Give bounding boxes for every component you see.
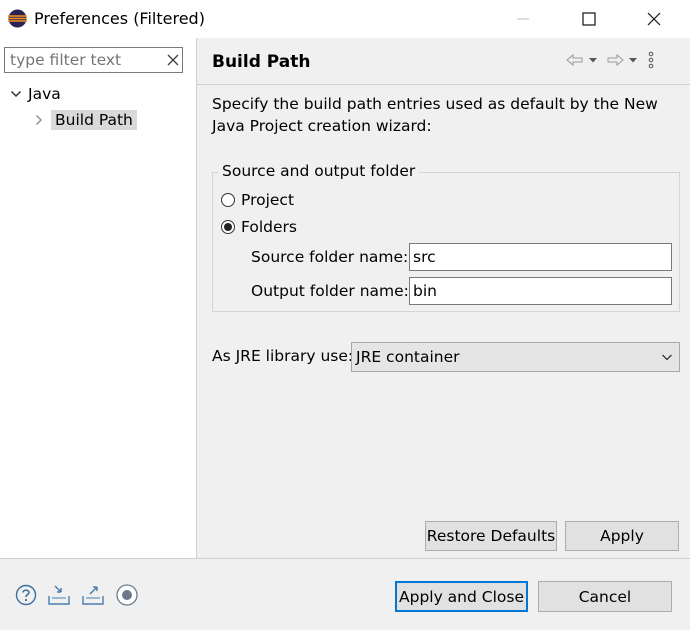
export-icon (82, 586, 104, 605)
export-button[interactable] (81, 583, 105, 607)
record-icon (116, 584, 138, 606)
maximize-button[interactable] (566, 0, 612, 38)
apply-button[interactable]: Apply (565, 521, 679, 551)
restore-defaults-label: Restore Defaults (426, 527, 556, 545)
back-arrow-icon[interactable] (566, 53, 584, 67)
jre-library-value: JRE container (356, 348, 460, 366)
apply-and-close-label: Apply and Close (399, 587, 524, 606)
cancel-label: Cancel (578, 587, 632, 606)
radio-project-label: Project (241, 191, 295, 209)
clear-icon (167, 54, 179, 66)
radio-project[interactable]: Project (221, 189, 294, 211)
forward-dropdown-icon[interactable] (626, 53, 640, 67)
window-title: Preferences (Filtered) (34, 9, 205, 28)
record-button[interactable] (115, 583, 139, 607)
chevron-right-icon[interactable] (34, 114, 44, 126)
output-folder-label: Output folder name: (251, 282, 409, 300)
group-legend: Source and output folder (218, 162, 420, 180)
clear-filter-button[interactable] (163, 49, 183, 71)
radio-project-button[interactable] (221, 193, 235, 207)
radio-folders-button[interactable] (221, 220, 235, 234)
close-icon (647, 12, 661, 26)
apply-and-close-button[interactable]: Apply and Close (395, 581, 528, 612)
more-options-icon[interactable] (646, 51, 656, 69)
import-button[interactable] (47, 583, 71, 607)
filter-field[interactable] (4, 47, 183, 73)
tree-item-build-path[interactable]: Build Path (34, 108, 137, 132)
radio-selected-dot (224, 223, 232, 231)
minimize-icon (517, 18, 529, 20)
apply-label: Apply (600, 527, 644, 545)
radio-folders-label: Folders (241, 218, 297, 236)
maximize-icon (582, 12, 596, 26)
source-folder-label: Source folder name: (251, 248, 409, 266)
jre-library-select[interactable]: JRE container (351, 342, 680, 372)
chevron-down-icon[interactable] (10, 88, 22, 100)
help-button[interactable] (14, 583, 38, 607)
page-description: Specify the build path entries used as d… (212, 95, 658, 135)
output-folder-input[interactable] (410, 278, 671, 304)
help-icon (15, 584, 37, 606)
cancel-button[interactable]: Cancel (538, 581, 672, 612)
close-window-button[interactable] (631, 0, 677, 38)
radio-folders[interactable]: Folders (221, 216, 297, 238)
back-dropdown-icon[interactable] (586, 53, 600, 67)
restore-defaults-button[interactable]: Restore Defaults (425, 521, 557, 551)
tree-item-build-path-label: Build Path (51, 110, 137, 130)
chevron-down-icon (655, 352, 679, 362)
page-title: Build Path (212, 52, 311, 72)
filter-input[interactable] (5, 48, 160, 72)
page-navigation (566, 50, 656, 70)
output-folder-field[interactable] (409, 277, 672, 305)
eclipse-icon (8, 9, 27, 28)
forward-arrow-icon[interactable] (606, 53, 624, 67)
source-folder-input[interactable] (410, 244, 671, 270)
tree-item-java[interactable]: Java (10, 83, 61, 105)
header-divider (197, 84, 690, 85)
import-icon (48, 585, 70, 605)
jre-library-label: As JRE library use: (212, 347, 354, 365)
source-folder-field[interactable] (409, 243, 672, 271)
minimize-button[interactable] (500, 0, 546, 38)
tree-item-java-label: Java (28, 85, 61, 103)
